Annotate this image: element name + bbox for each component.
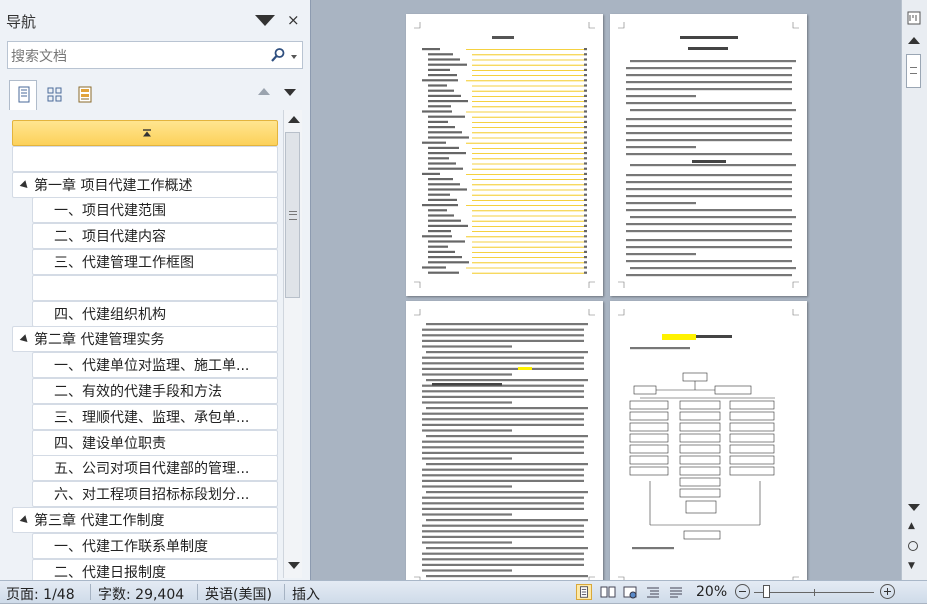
- scroll-up-arrow-icon[interactable]: [288, 116, 300, 123]
- grip-icon: [910, 67, 917, 74]
- orgchart-page-content: [618, 309, 799, 580]
- tree-item-label: 二、代建日报制度: [54, 564, 166, 580]
- ruler-toggle-icon[interactable]: [907, 11, 921, 25]
- tree-item-label: 一、项目代建范围: [54, 203, 166, 220]
- page-thumbnail-orgchart[interactable]: [610, 301, 807, 580]
- page-thumbnail-chapter1[interactable]: [610, 14, 807, 296]
- tab-results[interactable]: [70, 80, 98, 108]
- search-input[interactable]: 搜索文档: [11, 46, 67, 66]
- tree-item[interactable]: 二、项目代建内容: [32, 223, 278, 250]
- results-list-icon: [78, 86, 92, 103]
- page-thumbnail-text[interactable]: [406, 301, 603, 580]
- headings-icon: [18, 86, 30, 103]
- tree-item-label: 三、理顺代建、监理、承包单...: [54, 409, 250, 426]
- grip-icon: [289, 211, 297, 220]
- tree-item-label: 二、项目代建内容: [54, 229, 166, 246]
- collapse-marker-icon: [143, 129, 151, 137]
- nav-title: 导航: [6, 13, 37, 31]
- tree-item-label: 二、有效的代建手段和方法: [54, 384, 222, 400]
- close-icon[interactable]: ×: [287, 11, 300, 29]
- thumbnails-icon: [47, 87, 62, 102]
- tab-pages[interactable]: [40, 80, 68, 108]
- scroll-down-arrow-icon[interactable]: [288, 562, 300, 569]
- language-indicator[interactable]: 英语(美国): [205, 584, 272, 604]
- tree-item[interactable]: 第三章 代建工作制度: [12, 507, 278, 533]
- tree-item[interactable]: 四、代建组织机构: [32, 300, 278, 327]
- zoom-out-minus-icon[interactable]: [735, 584, 750, 599]
- nav-header: 导航 ×: [0, 0, 310, 40]
- tree-item[interactable]: 三、理顺代建、监理、承包单...: [32, 403, 278, 430]
- word-count[interactable]: 字数: 29,404: [98, 584, 184, 604]
- tree-item-label: 四、代建组织机构: [54, 306, 166, 323]
- toc-page-content: [414, 22, 595, 288]
- outline-view-icon[interactable]: [645, 584, 661, 600]
- separator: [197, 584, 198, 600]
- scroll-up-arrow-icon[interactable]: [908, 37, 920, 44]
- separator: [284, 584, 285, 600]
- zoom-level[interactable]: 20%: [696, 584, 727, 600]
- document-area[interactable]: [311, 0, 901, 580]
- tree-item[interactable]: [32, 274, 278, 301]
- zoom-slider-thumb[interactable]: [763, 585, 770, 598]
- tree-item[interactable]: 一、项目代建范围: [32, 197, 278, 224]
- web-layout-view-icon[interactable]: [622, 584, 638, 600]
- zoom-in-plus-icon[interactable]: [880, 584, 895, 599]
- tree-item[interactable]: 三、代建管理工作框图: [32, 249, 278, 275]
- insert-mode-indicator[interactable]: 插入: [292, 584, 320, 604]
- tree-item[interactable]: 五、公司对项目代建部的管理...: [32, 455, 278, 482]
- tree-item[interactable]: 第二章 代建管理实务: [12, 326, 278, 353]
- tree-item[interactable]: 二、代建日报制度: [32, 558, 278, 580]
- next-page-icon[interactable]: ▼: [908, 561, 915, 571]
- tree-item-label: 一、代建工作联系单制度: [54, 538, 208, 555]
- tree-item-label: 第一章 项目代建工作概述: [34, 177, 193, 194]
- previous-result-arrow-icon[interactable]: [258, 88, 270, 95]
- chapter-page-content: [618, 22, 799, 288]
- select-browse-object-icon[interactable]: [908, 541, 918, 551]
- document-scroll-thumb[interactable]: [906, 54, 921, 88]
- navigation-pane: 导航 × 搜索文档 第一章 项目代建工作概述 一、项目代建范围 二、项目代建内容…: [0, 0, 311, 580]
- tree-item[interactable]: 一、代建工作联系单制度: [32, 532, 278, 559]
- nav-scroll-thumb[interactable]: [285, 132, 300, 298]
- tree-item[interactable]: [12, 145, 278, 172]
- page-thumbnail-toc[interactable]: [406, 14, 603, 296]
- tree-item-label: 一、代建单位对监理、施工单...: [54, 358, 250, 375]
- search-icon[interactable]: [270, 47, 286, 63]
- status-bar: 页面: 1/48 字数: 29,404 英语(美国) 插入 20%: [0, 580, 927, 603]
- text-page-content: [414, 309, 595, 580]
- expand-triangle-icon[interactable]: [19, 179, 31, 191]
- nav-scrollbar[interactable]: [283, 110, 302, 578]
- heading-tree: 第一章 项目代建工作概述一、项目代建范围 二、项目代建内容三、代建管理工作框图 四、…: [10, 110, 280, 580]
- expand-triangle-icon[interactable]: [19, 515, 31, 526]
- tree-item[interactable]: 二、有效的代建手段和方法: [32, 378, 278, 404]
- tree-item-label: 第三章 代建工作制度: [34, 513, 165, 529]
- print-layout-view-icon[interactable]: [576, 584, 592, 600]
- separator: [90, 584, 91, 600]
- tree-item-label: 三、代建管理工作框图: [54, 255, 194, 271]
- draft-view-icon[interactable]: [668, 584, 684, 600]
- search-options-chevron-icon[interactable]: [291, 55, 297, 59]
- page-count[interactable]: 页面: 1/48: [6, 584, 75, 604]
- tree-item[interactable]: 第一章 项目代建工作概述: [12, 171, 278, 198]
- tree-item-label: 六、对工程项目招标标段划分...: [54, 487, 250, 504]
- zoom-slider-center-tick: [814, 589, 815, 596]
- document-scrollbar[interactable]: ▲ ▼: [901, 0, 927, 580]
- search-box[interactable]: 搜索文档: [7, 41, 303, 69]
- tree-item-label: 四、建设单位职责: [54, 435, 166, 452]
- next-result-arrow-icon[interactable]: [284, 89, 296, 96]
- expand-triangle-icon[interactable]: [19, 334, 31, 346]
- tree-item[interactable]: 六、对工程项目招标标段划分...: [32, 481, 278, 508]
- previous-page-icon[interactable]: ▲: [908, 521, 915, 531]
- full-screen-reading-icon[interactable]: [600, 584, 616, 600]
- tree-item[interactable]: 四、建设单位职责: [32, 429, 278, 456]
- tree-item[interactable]: 一、代建单位对监理、施工单...: [32, 352, 278, 379]
- nav-menu-chevron-down-icon[interactable]: [255, 15, 275, 26]
- tree-item-label: 五、公司对项目代建部的管理...: [54, 461, 250, 478]
- scroll-down-arrow-icon[interactable]: [908, 504, 920, 511]
- tree-item-label: 第二章 代建管理实务: [34, 332, 165, 349]
- tab-headings[interactable]: [9, 80, 37, 110]
- tree-item-selected[interactable]: [12, 120, 278, 146]
